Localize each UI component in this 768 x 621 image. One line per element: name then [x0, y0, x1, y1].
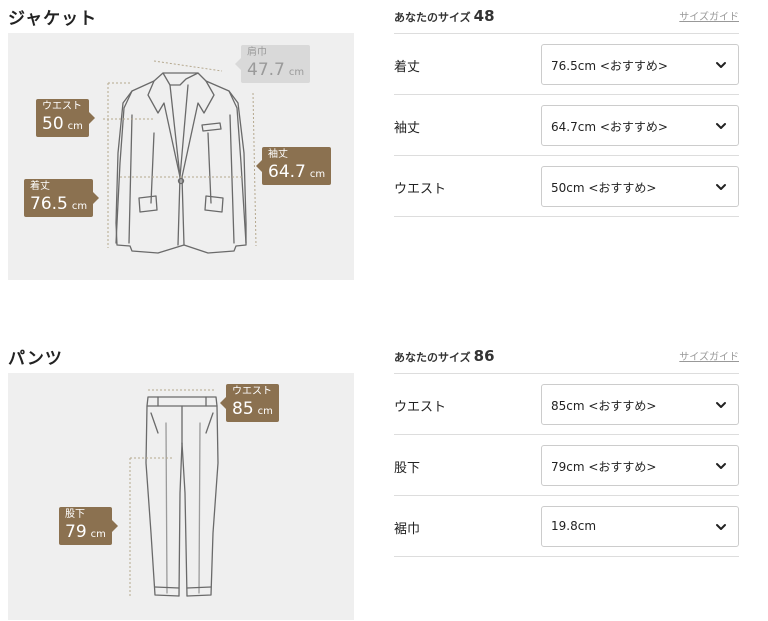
callout-jacket-waist-label: ウエスト — [42, 101, 82, 112]
jacket-title: ジャケット — [8, 9, 98, 29]
pants-row-hem: 裾巾 19.8cm — [394, 496, 739, 557]
pants-size-label: あなたのサイズ — [394, 351, 471, 364]
jacket-figure: 肩巾 47.7 cm ウエスト 50 cm 袖丈 64.7 cm 着丈 76.5 cm — [8, 33, 354, 280]
pants-size-value: 86 — [473, 347, 495, 365]
row-label: ウエスト — [394, 400, 447, 415]
row-label: 着丈 — [394, 60, 421, 75]
callout-pants-waist-label: ウエスト — [232, 386, 272, 397]
select-value: 50cm <おすすめ> — [551, 181, 657, 195]
callout-shoulder-unit: cm — [288, 67, 305, 78]
callout-inseam-label: 股下 — [65, 509, 85, 520]
callout-sleeve-value: 64.7 — [268, 162, 306, 182]
callout-sleeve-label: 袖丈 — [268, 149, 288, 160]
jacket-sleeve-select[interactable]: 64.7cm <おすすめ> — [541, 105, 739, 146]
jacket-row-length: 着丈 76.5cm <おすすめ> — [394, 34, 739, 95]
callout-jacket-waist: ウエスト 50 cm — [36, 99, 95, 137]
chevron-down-icon — [716, 184, 726, 190]
callout-length-label: 着丈 — [30, 181, 50, 192]
select-value: 19.8cm — [551, 519, 597, 533]
row-label: 股下 — [394, 461, 421, 476]
callout-shoulder-value: 47.7 — [247, 60, 285, 80]
jacket-size-heading: あなたのサイズ 48 — [394, 7, 495, 25]
jacket-waist-select[interactable]: 50cm <おすすめ> — [541, 166, 739, 207]
pants-section: パンツ ウエスト 85 cm 股下 79 cm あなたのサイズ 86 サイズガイ… — [0, 340, 768, 621]
select-value: 79cm <おすすめ> — [551, 460, 657, 474]
pants-size-heading: あなたのサイズ 86 — [394, 347, 495, 365]
callout-sleeve: 袖丈 64.7 cm — [255, 147, 332, 185]
callout-length: 着丈 76.5 cm — [24, 179, 100, 217]
pants-title: パンツ — [8, 349, 63, 369]
pants-hem-select[interactable]: 19.8cm — [541, 506, 739, 547]
callout-length-unit: cm — [71, 201, 88, 212]
pants-row-waist: ウエスト 85cm <おすすめ> — [394, 374, 739, 435]
pants-illustration — [129, 389, 219, 597]
select-value: 76.5cm <おすすめ> — [551, 59, 668, 73]
jacket-section: ジャケット 肩巾 47.7 cm ウエスト 50 cm 袖丈 64.7 cm 着… — [0, 0, 768, 290]
chevron-down-icon — [716, 123, 726, 129]
row-label: ウエスト — [394, 182, 447, 197]
jacket-row-sleeve: 袖丈 64.7cm <おすすめ> — [394, 95, 739, 156]
callout-shoulder-label: 肩巾 — [247, 47, 267, 58]
callout-inseam-value: 79 — [65, 522, 87, 542]
callout-pants-waist-unit: cm — [257, 406, 273, 417]
callout-inseam-unit: cm — [90, 529, 106, 540]
select-value: 64.7cm <おすすめ> — [551, 120, 668, 134]
chevron-down-icon — [716, 463, 726, 469]
callout-sleeve-unit: cm — [309, 169, 326, 180]
jacket-size-label: あなたのサイズ — [394, 11, 471, 24]
pants-inseam-select[interactable]: 79cm <おすすめ> — [541, 445, 739, 486]
pants-waist-select[interactable]: 85cm <おすすめ> — [541, 384, 739, 425]
jacket-length-select[interactable]: 76.5cm <おすすめ> — [541, 44, 739, 85]
callout-jacket-waist-value: 50 — [42, 114, 64, 134]
callout-length-value: 76.5 — [30, 194, 68, 214]
pants-size-rows: ウエスト 85cm <おすすめ> 股下 79cm <おすすめ> 裾巾 19.8c… — [394, 373, 739, 557]
jacket-row-waist: ウエスト 50cm <おすすめ> — [394, 156, 739, 217]
callout-shoulder: 肩巾 47.7 cm — [234, 45, 311, 83]
jacket-size-guide-link[interactable]: サイズガイド — [679, 8, 739, 23]
row-label: 袖丈 — [394, 121, 421, 136]
callout-pants-waist-value: 85 — [232, 399, 254, 419]
chevron-down-icon — [716, 62, 726, 68]
row-label: 裾巾 — [394, 522, 421, 537]
callout-jacket-waist-unit: cm — [67, 121, 83, 132]
callout-pants-waist: ウエスト 85 cm — [220, 384, 279, 422]
pants-figure: ウエスト 85 cm 股下 79 cm — [8, 373, 354, 620]
pants-row-inseam: 股下 79cm <おすすめ> — [394, 435, 739, 496]
jacket-size-rows: 着丈 76.5cm <おすすめ> 袖丈 64.7cm <おすすめ> ウエスト 5… — [394, 33, 739, 217]
select-value: 85cm <おすすめ> — [551, 399, 657, 413]
callout-inseam: 股下 79 cm — [59, 507, 118, 545]
chevron-down-icon — [716, 524, 726, 530]
jacket-size-value: 48 — [473, 7, 495, 25]
chevron-down-icon — [716, 402, 726, 408]
pants-size-guide-link[interactable]: サイズガイド — [679, 348, 739, 363]
